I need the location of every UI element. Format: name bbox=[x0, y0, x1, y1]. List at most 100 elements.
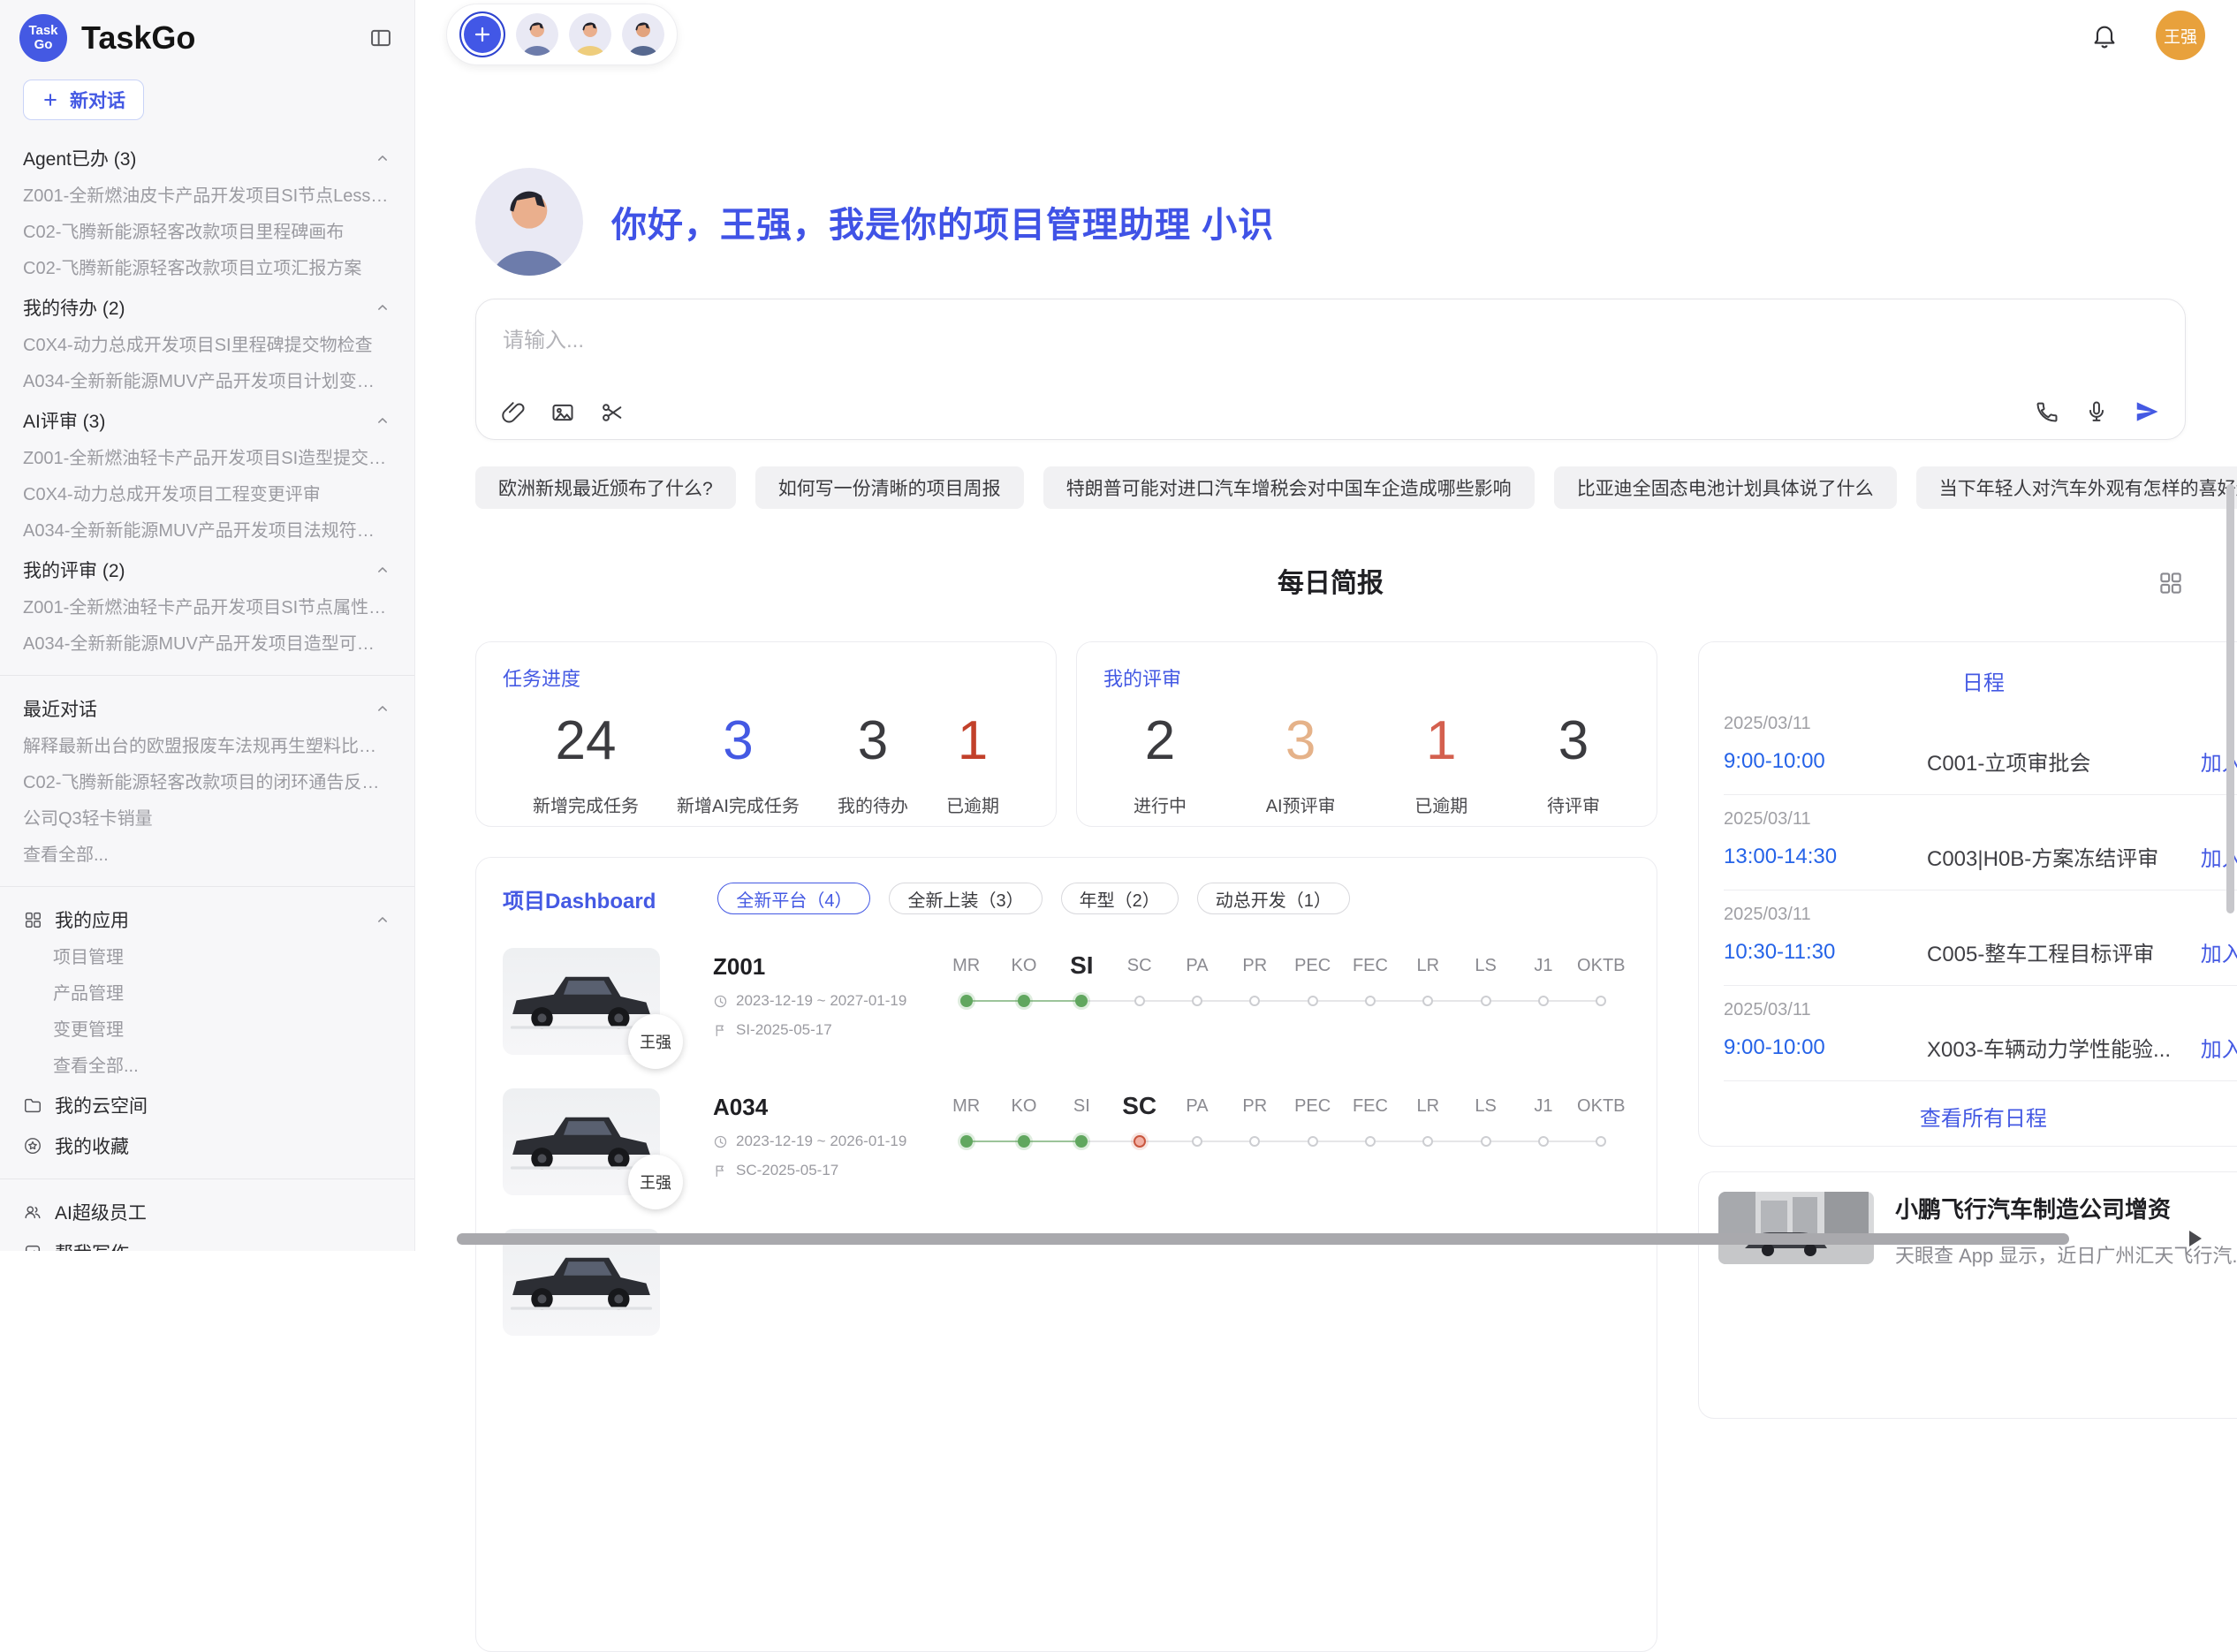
milestone-dot-mr[interactable] bbox=[960, 1135, 973, 1148]
sidebar-recent-item[interactable]: C02-飞腾新能源轻客改款项目的闭环通告反馈情况 bbox=[23, 765, 391, 801]
chevron-up-icon[interactable] bbox=[374, 299, 391, 316]
sidebar-tool-item[interactable]: 帮我写作 bbox=[23, 1232, 391, 1251]
chevron-up-icon[interactable] bbox=[374, 412, 391, 429]
milestone-dot-pa[interactable] bbox=[1192, 996, 1202, 1006]
schedule-join-link[interactable]: 加入 bbox=[2201, 936, 2237, 967]
chevron-up-icon[interactable] bbox=[374, 700, 391, 717]
milestone-dot-oktb[interactable] bbox=[1596, 996, 1606, 1006]
milestone-dot-pec[interactable] bbox=[1308, 1136, 1318, 1147]
sidebar-recent-item[interactable]: 公司Q3轻卡销量 bbox=[23, 801, 391, 837]
dashboard-filter-pill[interactable]: 动总开发（1） bbox=[1197, 883, 1350, 914]
sidebar-item-star-badge[interactable]: 我的收藏 bbox=[23, 1125, 391, 1166]
project-owner-badge[interactable]: 王强 bbox=[628, 1014, 683, 1069]
sidebar-app-item[interactable]: 变更管理 bbox=[23, 1012, 391, 1049]
milestone-dot-sc[interactable] bbox=[1134, 1135, 1146, 1148]
new-chat-button[interactable]: 新对话 bbox=[23, 80, 144, 120]
sidebar-recent-item[interactable]: 解释最新出台的欧盟报废车法规再生塑料比例被调至15%... bbox=[23, 729, 391, 765]
milestone-dot-mr[interactable] bbox=[960, 995, 973, 1007]
schedule-join-link[interactable]: 加入 bbox=[2201, 1032, 2237, 1063]
sidebar-task-item[interactable]: A034-全新新能源MUV产品开发项目计划变更表编写 bbox=[23, 364, 391, 400]
milestone-dot-ko[interactable] bbox=[1018, 995, 1030, 1007]
milestone-dot-pr[interactable] bbox=[1249, 996, 1260, 1006]
sidebar-app-item[interactable]: 产品管理 bbox=[23, 976, 391, 1012]
milestone-column: PA bbox=[1168, 950, 1225, 981]
milestone-dot-cell bbox=[1053, 993, 1111, 1009]
sidebar-app-item[interactable]: 查看全部... bbox=[23, 1049, 391, 1085]
suggestion-chip[interactable]: 特朗普可能对进口汽车增税会对中国车企造成哪些影响 bbox=[1043, 466, 1535, 509]
dashboard-filter-pill[interactable]: 全新上装（3） bbox=[889, 883, 1042, 914]
milestone-dot-pec[interactable] bbox=[1308, 996, 1318, 1006]
sidebar-recent-item[interactable]: 查看全部... bbox=[23, 837, 391, 874]
milestone-dot-j1[interactable] bbox=[1538, 996, 1549, 1006]
milestone-dot-si[interactable] bbox=[1075, 1135, 1088, 1148]
milestone-dot-fec[interactable] bbox=[1365, 1136, 1376, 1147]
sidebar-task-item[interactable]: Z001-全新燃油轻卡产品开发项目SI节点属性5D文件评审 bbox=[23, 590, 391, 626]
daily-briefing-title: 每日简报 bbox=[475, 565, 2186, 602]
suggestion-chip[interactable]: 欧洲新规最近颁布了什么? bbox=[475, 466, 736, 509]
project-owner-badge[interactable]: 王强 bbox=[628, 1155, 683, 1209]
milestone-label: MR bbox=[937, 1090, 995, 1122]
milestone-dot-ko[interactable] bbox=[1018, 1135, 1030, 1148]
milestone-dot-oktb[interactable] bbox=[1596, 1136, 1606, 1147]
sidebar-item-folder[interactable]: 我的云空间 bbox=[23, 1085, 391, 1125]
milestone-dot-pa[interactable] bbox=[1192, 1136, 1202, 1147]
sidebar-task-item[interactable]: Z001-全新燃油皮卡产品开发项目SI节点Lesson Learn报告 bbox=[23, 178, 391, 215]
sidebar-section-recent[interactable]: 最近对话 bbox=[23, 688, 391, 729]
vertical-scrollbar[interactable] bbox=[2226, 484, 2234, 913]
milestone-dot-cell bbox=[1053, 1133, 1111, 1149]
suggestion-chip[interactable]: 如何写一份清晰的项目周报 bbox=[755, 466, 1024, 509]
milestone-label: KO bbox=[995, 1090, 1052, 1122]
scroll-right-arrow[interactable] bbox=[2189, 1231, 2202, 1247]
chevron-up-icon[interactable] bbox=[374, 149, 391, 167]
stat-value: 24 bbox=[533, 709, 639, 772]
sidebar-section-tasks-2[interactable]: AI评审 (3) bbox=[23, 400, 391, 441]
milestone-dot-j1[interactable] bbox=[1538, 1136, 1549, 1147]
milestone-dot-fec[interactable] bbox=[1365, 996, 1376, 1006]
sidebar-task-item[interactable]: C02-飞腾新能源轻客改款项目里程碑画布 bbox=[23, 215, 391, 251]
sidebar-section-tasks-3[interactable]: 我的评审 (2) bbox=[23, 549, 391, 590]
sidebar-nav: Agent已办 (3)Z001-全新燃油皮卡产品开发项目SI节点Lesson L… bbox=[0, 125, 414, 1251]
milestone-dot-si[interactable] bbox=[1075, 995, 1088, 1007]
sidebar-task-item[interactable]: C0X4-动力总成开发项目SI里程碑提交物检查 bbox=[23, 328, 391, 364]
dashboard-filter-pill[interactable]: 年型（2） bbox=[1061, 883, 1179, 914]
sidebar-task-item[interactable]: A034-全新新能源MUV产品开发项目造型可行性评审 bbox=[23, 626, 391, 663]
milestone-column: PEC bbox=[1284, 950, 1341, 981]
stat-label: 新增AI完成任务 bbox=[677, 792, 800, 817]
phone-call-icon[interactable] bbox=[2035, 399, 2059, 424]
scissors-icon[interactable] bbox=[600, 400, 625, 425]
chevron-up-icon[interactable] bbox=[374, 911, 391, 928]
sidebar-task-item[interactable]: Z001-全新燃油轻卡产品开发项目SI造型提交物评审 bbox=[23, 441, 391, 477]
image-upload-icon[interactable] bbox=[550, 400, 575, 425]
suggestion-chip[interactable]: 当下年轻人对汽车外观有怎样的喜好趋势 bbox=[1916, 466, 2237, 509]
sidebar-app-item[interactable]: 项目管理 bbox=[23, 940, 391, 976]
milestone-dot-lr[interactable] bbox=[1422, 996, 1433, 1006]
chevron-up-icon[interactable] bbox=[374, 561, 391, 579]
sidebar-task-item[interactable]: C0X4-动力总成开发项目工程变更评审 bbox=[23, 477, 391, 513]
project-media bbox=[503, 1229, 660, 1336]
project-date-range: 2023-12-19 ~ 2026-01-19 bbox=[713, 1133, 923, 1150]
suggestion-chip[interactable]: 比亚迪全固态电池计划具体说了什么 bbox=[1554, 466, 1897, 509]
sidebar-section-tasks-0[interactable]: Agent已办 (3) bbox=[23, 138, 391, 178]
sidebar-section-tasks-1[interactable]: 我的待办 (2) bbox=[23, 287, 391, 328]
milestone-dot-ls[interactable] bbox=[1481, 996, 1491, 1006]
layout-grid-icon[interactable] bbox=[2157, 570, 2184, 596]
microphone-icon[interactable] bbox=[2084, 399, 2109, 424]
message-input[interactable] bbox=[476, 299, 2185, 379]
dashboard-filter-pill[interactable]: 全新平台（4） bbox=[717, 883, 870, 914]
attachment-icon[interactable] bbox=[501, 400, 526, 425]
milestone-dot-sc[interactable] bbox=[1134, 996, 1145, 1006]
milestone-label: PEC bbox=[1284, 950, 1341, 981]
send-icon[interactable] bbox=[2134, 398, 2160, 425]
milestone-dot-pr[interactable] bbox=[1249, 1136, 1260, 1147]
milestone-dot-ls[interactable] bbox=[1481, 1136, 1491, 1147]
sidebar-section-label: AI评审 (3) bbox=[23, 407, 374, 434]
sidebar-task-item[interactable]: C02-飞腾新能源轻客改款项目立项汇报方案 bbox=[23, 251, 391, 287]
sidebar-task-item[interactable]: A034-全新新能源MUV产品开发项目法规符合性评审 bbox=[23, 513, 391, 549]
milestone-dot-lr[interactable] bbox=[1422, 1136, 1433, 1147]
sidebar-item-my-apps[interactable]: 我的应用 bbox=[23, 899, 391, 940]
horizontal-scrollbar[interactable] bbox=[457, 1233, 2069, 1245]
news-card[interactable]: 小鹏飞行汽车制造公司增资 天眼查 App 显示，近日广州汇天飞行汽... bbox=[1698, 1171, 2237, 1419]
sidebar-tool-item[interactable]: AI超级员工 bbox=[23, 1192, 391, 1232]
view-all-schedule-link[interactable]: 查看所有日程 bbox=[1724, 1081, 2237, 1155]
sidebar-collapse-icon[interactable] bbox=[368, 26, 393, 50]
